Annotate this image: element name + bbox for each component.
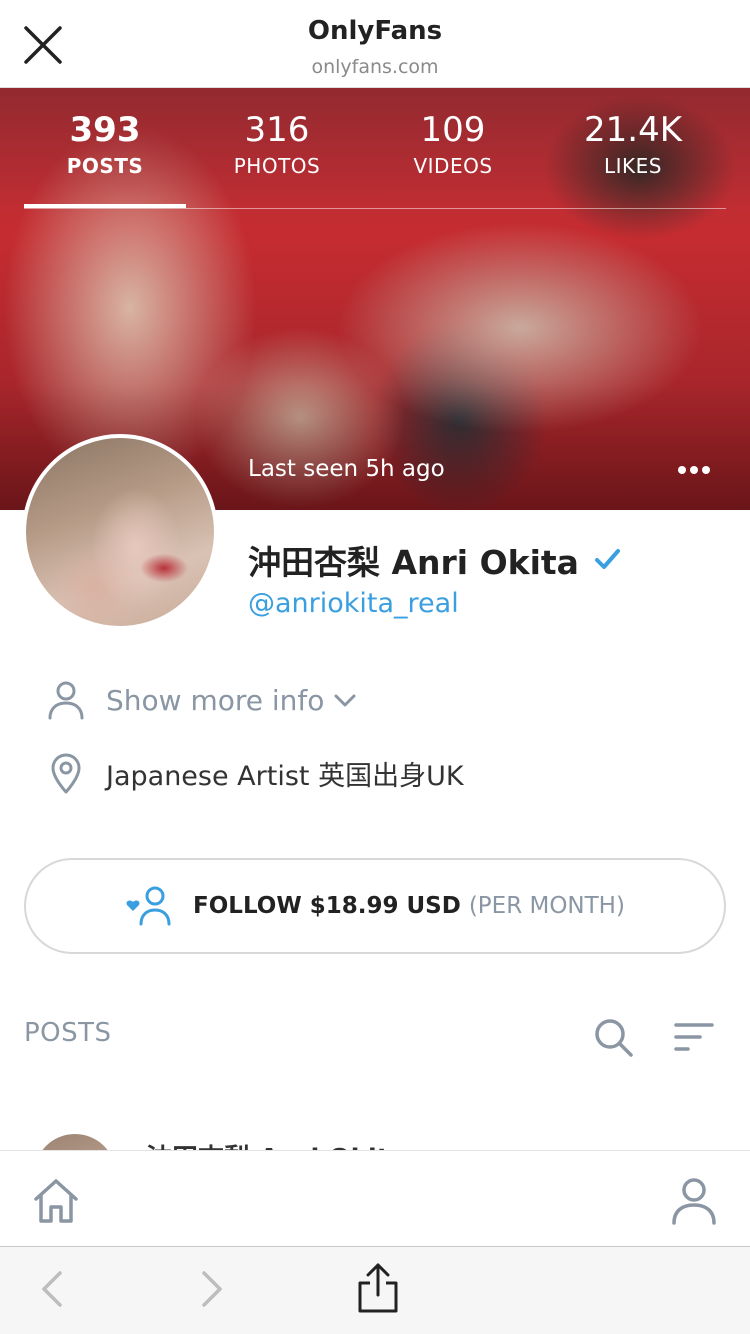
more-options-icon[interactable] (672, 452, 716, 488)
location-pin-icon (51, 753, 81, 794)
profile-handle[interactable]: @anriokita_real (248, 588, 459, 619)
follow-user-heart-icon (126, 886, 171, 926)
chevron-down-icon (334, 694, 356, 707)
user-icon (48, 681, 84, 720)
sort-icon[interactable] (672, 1018, 716, 1056)
site-title: OnlyFans (307, 16, 443, 46)
follow-label: FOLLOW $18.99 USD (193, 893, 461, 919)
active-tab-indicator (24, 204, 186, 208)
follow-button[interactable]: FOLLOW $18.99 USD (PER MONTH) (24, 858, 726, 954)
stat-value: 316 (244, 110, 310, 150)
stat-photos[interactable]: 316 PHOTOS (196, 108, 358, 180)
show-more-info-button[interactable]: Show more info (44, 678, 358, 722)
stat-value: 393 (69, 110, 141, 150)
forward-arrow-icon[interactable] (196, 1267, 228, 1311)
profile-name: 沖田杏梨 Anri Okita (248, 543, 579, 582)
avatar[interactable] (22, 434, 218, 630)
search-icon[interactable] (592, 1016, 634, 1058)
location-row: Japanese Artist 英国出身UK (44, 751, 464, 795)
site-url[interactable]: onlyfans.com (0, 56, 750, 78)
show-more-label: Show more info (106, 683, 325, 717)
stat-label: POSTS (66, 154, 144, 178)
verified-badge-icon (595, 549, 620, 569)
stat-likes[interactable]: 21.4K LIKES (552, 108, 714, 180)
last-seen-status: Last seen 5h ago (248, 456, 445, 482)
browser-toolbar (0, 1246, 750, 1334)
stat-videos[interactable]: 109 VIDEOS (372, 108, 534, 180)
stat-label: LIKES (604, 154, 662, 178)
stat-label: PHOTOS (233, 154, 321, 178)
stat-label: VIDEOS (413, 154, 493, 178)
share-icon[interactable] (354, 1261, 402, 1317)
stats-divider (24, 208, 726, 209)
home-icon[interactable] (30, 1175, 82, 1227)
app-bottom-nav (0, 1150, 750, 1246)
back-arrow-icon[interactable] (36, 1267, 68, 1311)
posts-heading: POSTS (24, 1018, 112, 1048)
stat-value: 21.4K (584, 110, 682, 150)
location-text: Japanese Artist 英国出身UK (106, 760, 464, 792)
follow-period: (PER MONTH) (468, 893, 625, 919)
profile-stats: 393 POSTS 316 PHOTOS 109 VIDEOS 21.4K LI… (24, 108, 726, 210)
stat-posts[interactable]: 393 POSTS (24, 108, 186, 180)
profile-icon[interactable] (668, 1175, 720, 1227)
stat-value: 109 (420, 110, 486, 150)
browser-header: OnlyFans onlyfans.com (0, 0, 750, 88)
